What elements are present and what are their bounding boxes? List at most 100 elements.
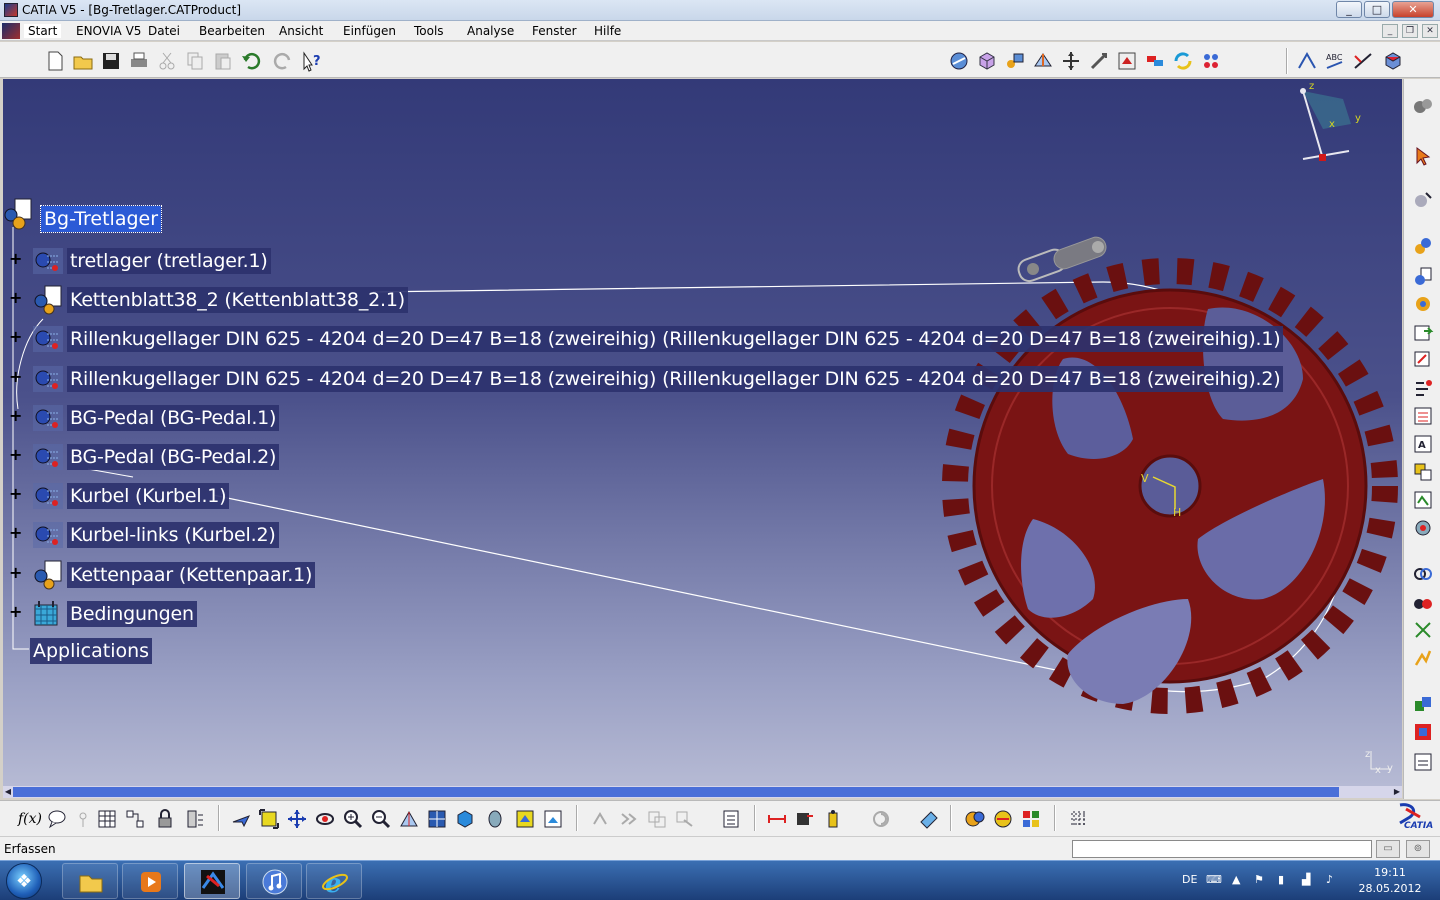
keyboard-icon[interactable]: ⌨ [1206,873,1222,886]
scroll-left-arrow[interactable]: ◀ [3,786,13,798]
cut-icon[interactable] [156,50,178,72]
sketch-icon[interactable] [1296,50,1318,72]
contact-constraint-icon[interactable] [1412,591,1434,613]
fit-all-in-icon[interactable] [258,808,280,830]
tree-node[interactable]: + BG-Pedal (BG-Pedal.2) [3,442,1303,470]
shading-icon[interactable] [484,808,506,830]
normal-view-icon[interactable] [398,808,420,830]
copy-icon[interactable] [184,50,206,72]
insert-component-icon[interactable] [1412,235,1434,257]
taskbar-catia-button[interactable] [184,863,240,899]
expand-plus-icon[interactable]: + [9,486,22,502]
tree-node-label[interactable]: Rillenkugellager DIN 625 - 4204 d=20 D=4… [67,326,1284,352]
menu-einfuegen[interactable]: Einfügen [343,24,396,38]
new-component-icon[interactable] [976,50,998,72]
generate-numbering-icon[interactable] [1412,405,1434,427]
battery-icon[interactable]: ▮ [1278,873,1284,886]
3d-annotation-icon[interactable] [1352,50,1374,72]
compass-widget[interactable]: z y x [1300,81,1361,161]
menu-datei[interactable]: Datei [148,24,180,38]
whats-this-help-icon[interactable]: ? [300,50,322,72]
flexible-rigid-icon[interactable] [1412,751,1434,773]
color-palette-icon[interactable] [1020,808,1042,830]
tree-node[interactable]: + Rillenkugellager DIN 625 - 4204 d=20 D=… [3,324,1303,352]
taskbar-mediaplayer-button[interactable] [122,863,178,899]
taskbar-ie-button[interactable]: e [306,863,362,899]
isometric-view-icon[interactable] [454,808,476,830]
windows-start-button[interactable]: ❖ [6,863,42,899]
taskbar-itunes-button[interactable] [246,863,302,899]
measure-inertia-icon[interactable] [822,808,844,830]
reuse-pattern-icon[interactable] [1412,489,1434,511]
constraints-icon[interactable] [31,599,65,629]
command-options-button[interactable]: ⊚ [1406,840,1430,858]
redo-icon[interactable] [272,50,294,72]
expand-plus-icon[interactable]: + [9,604,22,620]
tree-node[interactable]: + Bedingungen [3,599,1303,627]
expand-plus-icon[interactable]: + [9,290,22,306]
print-icon[interactable] [128,50,150,72]
command-input[interactable] [1072,840,1372,858]
zoom-out-icon[interactable] [370,808,392,830]
tree-node-label[interactable]: tretlager (tretlager.1) [67,248,271,274]
fix-constraint-icon[interactable] [1412,647,1434,669]
rotate-icon[interactable] [314,808,336,830]
product-management-icon[interactable] [948,50,970,72]
measure-bar-icon[interactable] [184,808,206,830]
grid-snap-icon[interactable] [1068,808,1090,830]
tree-node[interactable]: + Kurbel-links (Kurbel.2) [3,520,1303,548]
tree-node-label[interactable]: Bedingungen [67,601,197,627]
part-instance-icon[interactable] [31,403,65,433]
knowledge-icon[interactable] [72,808,94,830]
paste-icon[interactable] [212,50,234,72]
explode-icon[interactable] [1116,50,1138,72]
horizontal-scrollbar[interactable]: ◀ ▶ [3,786,1402,798]
tree-node-label[interactable]: Kurbel-links (Kurbel.2) [67,522,279,548]
tree-root-label[interactable]: Bg-Tretlager [39,205,163,233]
3d-viewport[interactable]: V H z y x z x y Bg-Tretlager + tretlager… [3,79,1402,786]
tree-node-label[interactable]: Kettenpaar (Kettenpaar.1) [67,562,316,588]
clash-icon[interactable] [1144,50,1166,72]
menu-tools[interactable]: Tools [414,24,444,38]
constraints-settings-icon[interactable] [1200,50,1222,72]
text-abc-icon[interactable]: ABC [1324,50,1346,72]
tree-node-label[interactable]: Rillenkugellager DIN 625 - 4204 d=20 D=4… [67,366,1284,392]
mdi-minimize-button[interactable]: _ [1382,24,1398,38]
expand-plus-icon[interactable]: + [9,251,22,267]
pan-icon[interactable] [286,808,308,830]
tree-node[interactable]: + Rillenkugellager DIN 625 - 4204 d=20 D=… [3,364,1303,392]
tree-node-label[interactable]: Kurbel (Kurbel.1) [67,483,230,509]
mdi-restore-button[interactable]: ❐ [1402,24,1418,38]
measure-item-icon[interactable] [794,808,816,830]
tree-node[interactable]: + BG-Pedal (BG-Pedal.1) [3,403,1303,431]
move-component-icon[interactable] [1412,189,1434,211]
manage-representations-icon[interactable] [1412,517,1434,539]
close-button[interactable]: ✕ [1392,1,1434,18]
menu-hilfe[interactable]: Hilfe [594,24,621,38]
part-instance-icon[interactable] [31,324,65,354]
multi-instantiation-icon[interactable]: A [1412,433,1434,455]
insert-part-icon[interactable] [1412,293,1434,315]
tree-node-label[interactable]: BG-Pedal (BG-Pedal.1) [67,405,280,431]
product-root-icon[interactable] [3,197,39,231]
update-all-icon[interactable] [870,808,892,830]
replace-right-icon[interactable] [1412,349,1434,371]
comment-balloon-icon[interactable] [46,808,68,830]
quick-constraint-icon[interactable] [1412,721,1434,743]
mdi-close-button[interactable]: ✕ [1422,24,1438,38]
product-instance-icon[interactable] [31,285,65,315]
part-instance-icon[interactable] [31,520,65,550]
expand-plus-icon[interactable]: + [9,369,22,385]
expand-plus-icon[interactable]: + [9,329,22,345]
network-icon[interactable]: ▟ [1302,873,1310,886]
part-instance-icon[interactable] [31,442,65,472]
tree-node-label[interactable]: BG-Pedal (BG-Pedal.2) [67,444,280,470]
apply-material-icon[interactable] [964,808,986,830]
menu-enovia[interactable]: ENOVIA V5 [76,24,141,38]
maximize-button[interactable]: □ [1364,1,1390,18]
menu-start[interactable]: Start [24,24,62,38]
part-instance-icon[interactable] [31,246,65,276]
tree-applications-label[interactable]: Applications [30,638,153,664]
language-indicator[interactable]: DE [1182,873,1197,886]
snap-icon[interactable] [1088,50,1110,72]
